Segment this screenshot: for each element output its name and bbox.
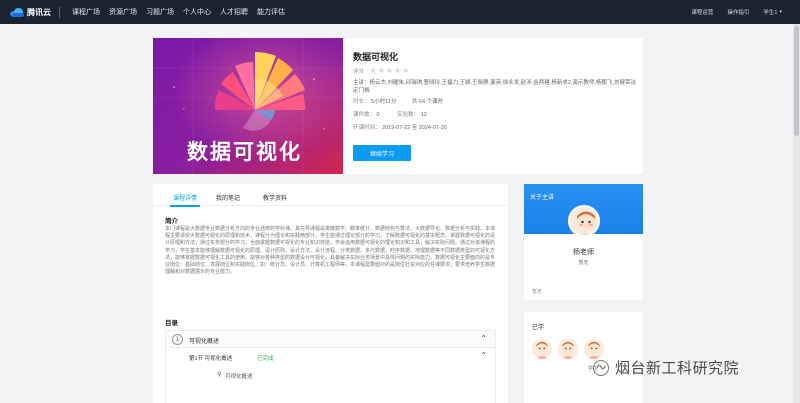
duration-row: 时长： 5小时11分 共 64 个课时 [353,97,443,105]
tab-teaching-materials[interactable]: 教学资料 [263,193,287,202]
tab-course-details[interactable]: 课程详情 [173,193,197,202]
nav-divider [59,6,60,18]
counts-row: 课件数： 0 实验数： 12 [353,110,427,118]
rating-label: 评分 [353,69,365,75]
duration-value: 5小时11分 [371,99,397,105]
star-icon[interactable]: ★ [394,67,401,75]
open-time-value: 2019-07-22 至 2024-07-30 [382,125,447,131]
section-label: 第1节 可视化概述 [189,356,233,362]
nav-personal-center[interactable]: 个人中心 [183,7,211,17]
student-avatar[interactable] [584,339,604,359]
star-icon[interactable]: ★ [370,67,377,75]
continue-learning-button[interactable]: 继续学习 [353,145,411,161]
brand-logo[interactable]: 腾讯云 [10,6,60,18]
nav-course-square[interactable]: 课程广场 [72,7,100,17]
teachers-list: 杨云杰,刘曜朱,邱瑞琪,曹晓玲,王福力,王颖,王晓静,姜英,徐永发,赵涉,金两建… [353,80,636,94]
intro-text: 本门课程是大数据专业数据分析方向的专业选修的学科课。其先导课程是离散数学、概率统… [165,226,496,276]
chevron-up-icon[interactable]: ⌃ [480,334,487,343]
student-avatar[interactable] [532,339,552,359]
share-node-icon: ⚲ [217,372,222,378]
rating-stars[interactable]: ★ ★ ★ ★ ★ [370,67,411,75]
main-nav: 课程广场 资源广场 习题广场 个人中心 人才招聘 能力评估 [72,7,294,17]
course-header-card: 数据可视化 数据可视化 评分 ★ ★ ★ ★ ★ 主讲：杨云杰,刘曜朱,邱瑞琪,… [153,38,643,174]
chevron-up-icon[interactable]: ⌃ [480,351,487,360]
cloud-logo-icon [10,7,24,17]
user-menu[interactable]: 学生1 ▾ [763,8,782,16]
avatar-face-icon [532,339,552,359]
teachers-row: 主讲：杨云杰,刘曜朱,邱瑞琪,曹晓玲,王福力,王颖,王晓静,姜英,徐永发,赵涉,… [353,79,638,95]
coursewares-label: 课件数： [353,112,376,118]
chapter-title: 可视化概述 [189,339,220,345]
course-title: 数据可视化 [353,52,399,62]
chapter-number: 1 [172,334,183,345]
nav-recruitment[interactable]: 人才招聘 [220,7,248,17]
star-icon[interactable]: ★ [386,67,393,75]
experiments-label: 实验数： [397,112,420,118]
course-cover-image: 数据可视化 [153,38,343,174]
nav-resource-square[interactable]: 资源广场 [109,7,137,17]
operation-guide-link[interactable]: 操作指引 [727,8,749,16]
lecturer-subtitle: 暂无 [578,260,589,266]
watermark-text: 烟台新工科研究院 [615,359,740,377]
avatar-face-icon [558,339,578,359]
chapter-row[interactable]: 1 可视化概述 ⌃ [165,330,496,348]
cover-title-text: 数据可视化 [187,140,302,164]
toc-heading: 目录 [165,320,178,327]
avatar-face-icon [584,339,604,359]
lecturer-name: 杨老师 [573,249,594,256]
coursewares-value: 0 [376,112,380,118]
teachers-label: 主讲： [353,80,370,86]
open-time-label: 开课时间： [353,125,381,131]
lecturer-card-title: 关于主讲 [530,195,555,201]
nav-exercise-square[interactable]: 习题广场 [146,7,174,17]
user-name: 学生1 [763,10,778,16]
lesson-label: 可视化概述 [225,374,253,380]
section-status: 已完成 [257,356,274,362]
wechat-channel-icon [593,359,609,376]
lecturer-avatar[interactable] [568,205,600,237]
top-right-menu: 课程运营 操作指引 学生1 ▾ [691,0,800,24]
lecturer-card: 关于主讲 杨老师 暂无 暂无 [524,184,643,300]
total-lessons: 共 64 个课时 [411,99,444,105]
active-tab-indicator [170,205,200,207]
section-row[interactable]: 第1节 可视化概述 已完成 ⌃ [165,348,496,366]
experiments-value: 12 [420,112,427,118]
lesson-row[interactable]: ⚲ 可视化概述 [165,366,496,403]
star-icon[interactable]: ★ [378,67,385,75]
rating-row: 评分 ★ ★ ★ ★ ★ [353,67,411,76]
detail-tabs: 课程详情 我的笔记 教学资料 [153,184,508,207]
course-operation-link[interactable]: 课程运营 [691,8,713,16]
intro-heading: 简介 [165,218,178,225]
scrollbar-thumb[interactable] [794,26,799,136]
duration-label: 时长： [353,99,370,105]
student-avatar[interactable] [558,339,578,359]
star-icon[interactable]: ★ [402,67,409,75]
chevron-down-icon: ▾ [779,9,782,15]
top-navbar: 腾讯云 课程广场 资源广场 习题广场 个人中心 人才招聘 能力评估 课程运营 操… [0,0,800,24]
watermark: 烟台新工科研究院 [593,357,739,378]
open-time-row: 开课时间： 2019-07-22 至 2024-07-30 [353,123,447,131]
tab-my-notes[interactable]: 我的笔记 [216,193,240,202]
lecturer-intro: 暂无 [532,289,543,295]
nav-ability-assessment[interactable]: 能力评估 [257,7,285,17]
brand-name: 腾讯云 [27,7,51,17]
students-card-title: 已学 [532,325,545,331]
